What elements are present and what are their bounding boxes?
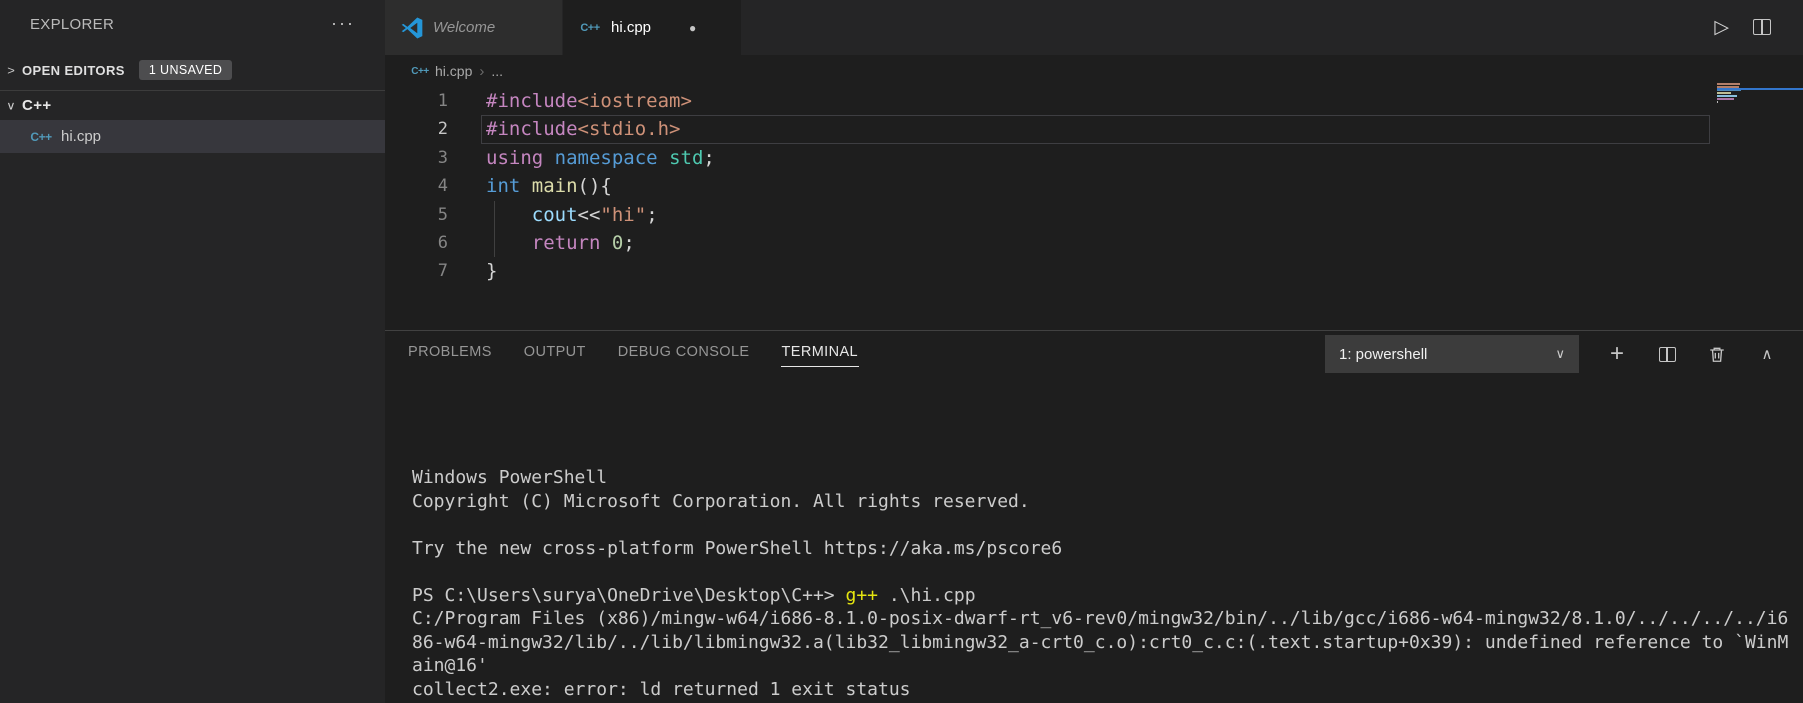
sidebar-explorer: EXPLORER ··· > OPEN EDITORS 1 UNSAVED ∨ …	[0, 0, 385, 703]
code-editor[interactable]: C++ hi.cpp › ... 1 #include<iostream> 2 #in…	[385, 55, 1803, 330]
chevron-down-icon: ∨	[1555, 346, 1565, 361]
panel-tab-problems[interactable]: PROBLEMS	[407, 340, 493, 366]
code-line[interactable]: 1 #include<iostream>	[385, 87, 1710, 115]
cpp-file-icon: C++	[30, 129, 52, 144]
panel-tabs: PROBLEMS OUTPUT DEBUG CONSOLE TERMINAL	[407, 331, 860, 375]
terminal-line: 86-w64-mingw32/lib/../lib/libmingw32.a(l…	[412, 631, 1789, 653]
code-line[interactable]: 5 cout<<"hi";	[385, 201, 1710, 229]
split-terminal-button[interactable]	[1655, 342, 1679, 366]
explorer-title: EXPLORER	[30, 15, 115, 33]
terminal-selector-dropdown[interactable]: 1: powershell ∨	[1325, 335, 1579, 373]
breadcrumb-file[interactable]: hi.cpp	[435, 63, 472, 79]
code-line[interactable]: 3 using namespace std;	[385, 144, 1710, 172]
new-terminal-button[interactable]: +	[1605, 340, 1629, 367]
cpp-file-icon: C++	[411, 65, 429, 77]
maximize-panel-button[interactable]: ∧	[1755, 342, 1779, 366]
explorer-header: EXPLORER ···	[0, 0, 385, 48]
editor-group: Welcome C++ hi.cpp ● ▷ ··· C++ hi.cpp › …	[385, 0, 1803, 703]
split-terminal-icon	[1658, 346, 1676, 362]
line-number: 4	[437, 176, 448, 197]
line-number: 1	[437, 91, 448, 111]
terminal-selector-value: 1: powershell	[1339, 345, 1428, 363]
terminal-line: PS C:\Users\surya\OneDrive\Desktop\C++> …	[412, 584, 976, 606]
bottom-panel: PROBLEMS OUTPUT DEBUG CONSOLE TERMINAL 1: p…	[385, 330, 1803, 703]
line-number: 7	[437, 261, 448, 282]
chevron-down-icon: ∨	[6, 98, 16, 112]
tab-hicpp-label: hi.cpp	[611, 19, 652, 36]
terminal-line: Copyright (C) Microsoft Corporation. All…	[412, 490, 1030, 512]
run-button[interactable]: ▷	[1714, 0, 1729, 55]
line-number: 5	[437, 204, 448, 225]
breadcrumb-more[interactable]: ...	[491, 63, 503, 79]
tab-welcome[interactable]: Welcome	[385, 0, 563, 55]
panel-tab-terminal[interactable]: TERMINAL	[780, 340, 860, 367]
terminal-line: Windows PowerShell	[412, 467, 608, 488]
panel-header: PROBLEMS OUTPUT DEBUG CONSOLE TERMINAL 1: p…	[385, 331, 1803, 375]
sidebar-folder-cpp[interactable]: ∨ C++	[0, 90, 385, 120]
code-text: #include<iostream>	[486, 90, 692, 112]
breadcrumb[interactable]: C++ hi.cpp › ...	[385, 57, 503, 85]
split-editor-button[interactable]	[1753, 19, 1771, 35]
code-line[interactable]: 7}	[385, 257, 1710, 285]
unsaved-dot-icon[interactable]: ●	[689, 21, 696, 35]
terminal-output[interactable]: Windows PowerShell Copyright (C) Microsof…	[412, 466, 1803, 703]
line-number: 2	[437, 119, 448, 140]
code-line[interactable]: 6 return 0;	[385, 229, 1710, 257]
tab-hicpp[interactable]: C++ hi.cpp ●	[563, 0, 741, 55]
chevron-right-icon: ›	[479, 62, 485, 80]
panel-tab-output[interactable]: OUTPUT	[523, 340, 587, 366]
minimap-current-line	[1717, 88, 1803, 90]
minimap[interactable]	[1717, 83, 1803, 104]
terminal-line: ain@16'	[412, 655, 488, 676]
open-editors-label: OPEN EDITORS	[22, 62, 125, 78]
tab-bar: Welcome C++ hi.cpp ● ▷ ···	[385, 0, 1803, 55]
code-text: return 0;	[531, 231, 635, 254]
code-text: using namespace std;	[486, 146, 715, 169]
code-text: cout<<"hi";	[531, 203, 658, 226]
trash-icon	[1710, 347, 1724, 362]
folder-label: C++	[22, 97, 52, 114]
terminal-line: C:/Program Files (x86)/mingw-w64/i686-8.…	[412, 608, 1789, 629]
vscode-logo-icon	[401, 16, 423, 39]
line-number: 3	[437, 147, 448, 168]
terminal-line: Try the new cross-platform PowerShell ht…	[412, 537, 1063, 559]
code-lines[interactable]: 1 #include<iostream> 2 #include<stdio.h> 3 us…	[385, 87, 1710, 286]
sidebar-file-hicpp[interactable]: C++ hi.cpp	[0, 120, 385, 153]
code-line[interactable]: 2 #include<stdio.h>	[385, 115, 1710, 143]
explorer-more-actions-icon[interactable]: ···	[331, 13, 355, 34]
line-number: 6	[437, 232, 448, 253]
code-text: }	[486, 260, 498, 283]
open-editors-section[interactable]: > OPEN EDITORS 1 UNSAVED	[0, 54, 385, 86]
panel-controls: 1: powershell ∨ + ∧	[1325, 335, 1779, 373]
panel-tab-debug-console[interactable]: DEBUG CONSOLE	[617, 340, 751, 366]
cpp-file-icon: C++	[580, 21, 600, 34]
code-text: #include<stdio.h>	[486, 118, 681, 141]
kill-terminal-button[interactable]	[1705, 342, 1729, 366]
code-text: int main(){	[486, 175, 612, 198]
vscode-window: EXPLORER ··· > OPEN EDITORS 1 UNSAVED ∨ …	[0, 0, 1803, 703]
unsaved-badge: 1 UNSAVED	[138, 60, 233, 80]
file-label: hi.cpp	[61, 128, 102, 145]
code-line[interactable]: 4 int main(){	[385, 172, 1710, 200]
terminal-line: collect2.exe: error: ld returned 1 exit …	[412, 678, 911, 700]
tab-welcome-label: Welcome	[433, 19, 496, 36]
chevron-right-icon: >	[7, 63, 15, 77]
more-actions-icon[interactable]: ···	[1798, 24, 1803, 30]
